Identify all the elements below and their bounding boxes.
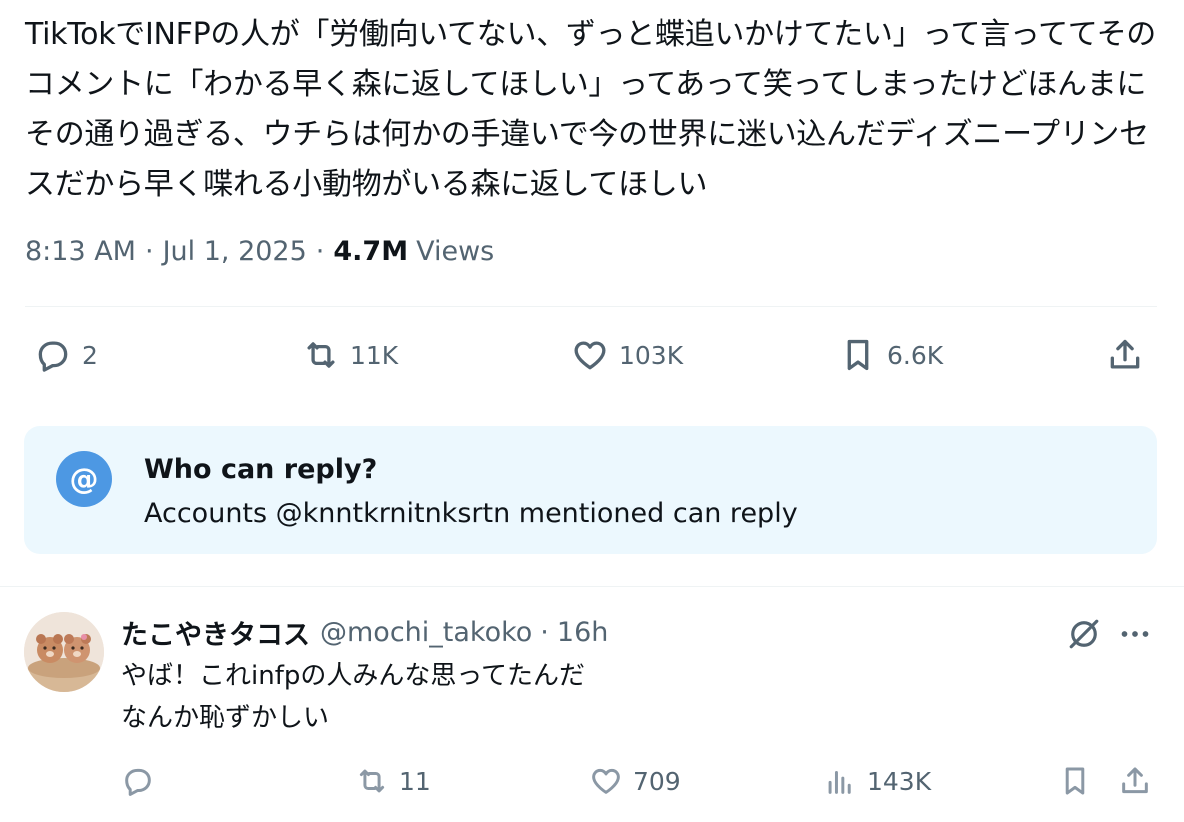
grok-button[interactable]: [1064, 614, 1104, 654]
reply-author-handle[interactable]: @mochi_takoko: [320, 617, 532, 648]
at-sign-icon: @: [56, 451, 112, 507]
meta-separator: ·: [144, 236, 154, 267]
more-button[interactable]: [1115, 614, 1155, 654]
tweet-time[interactable]: 8:13 AM: [25, 232, 136, 272]
reply-like-count: 709: [633, 766, 681, 796]
reply-bookmark-button[interactable]: [1058, 754, 1092, 808]
avatar-image: [24, 612, 104, 692]
retweet-arrows-icon: [307, 342, 335, 368]
heart-icon: [574, 341, 606, 370]
speech-bubble-icon: [38, 341, 68, 372]
reply-retweet-count: 11: [399, 766, 431, 796]
avatar[interactable]: [24, 612, 104, 692]
retweet-count: 11K: [350, 340, 399, 370]
reply-text-line: なんか恥ずかしい: [121, 703, 330, 733]
reply-text-line: やば！これinfpの人みんな思ってたんだ: [121, 661, 586, 691]
reply-button[interactable]: 2: [34, 325, 98, 385]
heart-icon: [592, 768, 620, 794]
tweet-text: TikTokでINFPの人が「労働向いてない、ずっと蝶追いかけてたい」って言って…: [25, 17, 1157, 202]
tweet-action-bar: 2 11K 103K 6.6K: [0, 325, 1184, 385]
share-upload-icon: [1122, 767, 1148, 794]
bookmark-icon: [847, 339, 869, 371]
reply-header: たこやきタコス @mochi_takoko · 16h: [121, 612, 608, 652]
reply-views-count: 143K: [867, 766, 932, 796]
tweet-date[interactable]: Jul 1, 2025: [163, 232, 307, 272]
reply-share-button[interactable]: [1118, 754, 1152, 808]
reply-retweet-button[interactable]: 11: [355, 754, 431, 808]
bar-chart-icon: [828, 771, 851, 794]
grok-slash-circle-icon: [1069, 619, 1099, 649]
retweet-button[interactable]: 11K: [302, 325, 398, 385]
who-can-reply-subtitle: Accounts @knntkrnitnksrtn mentioned can …: [144, 498, 798, 529]
bookmark-button[interactable]: 6.6K: [839, 325, 943, 385]
who-can-reply-title: Who can reply?: [144, 454, 378, 485]
reply-like-button[interactable]: 709: [589, 754, 681, 808]
divider: [0, 586, 1184, 587]
reply-time[interactable]: 16h: [557, 617, 608, 648]
retweet-arrows-icon: [359, 769, 385, 793]
tweet-meta: 8:13 AM · Jul 1, 2025 · 4.7M Views: [25, 232, 494, 272]
reply-views-button[interactable]: 143K: [823, 754, 931, 808]
like-button[interactable]: 103K: [571, 325, 683, 385]
bookmark-count: 6.6K: [887, 340, 944, 370]
views-count: 4.7M: [333, 236, 409, 267]
divider: [25, 306, 1157, 307]
reply-separator: ·: [540, 616, 549, 648]
meta-separator: ·: [315, 236, 325, 267]
share-button[interactable]: [1106, 325, 1144, 385]
bookmark-icon: [1065, 767, 1085, 795]
views-label: Views: [416, 236, 495, 267]
ellipsis-icon: [1121, 631, 1149, 637]
reply-count: 2: [82, 340, 98, 370]
reply-reply-button[interactable]: [121, 754, 155, 808]
like-count: 103K: [619, 340, 684, 370]
speech-bubble-icon: [125, 768, 151, 796]
share-upload-icon: [1110, 339, 1140, 369]
reply-text: やば！これinfpの人みんな思ってたんだ なんか恥ずかしい: [121, 655, 585, 739]
who-can-reply-box: @ Who can reply? Accounts @knntkrnitnksr…: [24, 426, 1157, 554]
reply-author-name[interactable]: たこやきタコス: [121, 613, 310, 652]
reply-action-bar: 11 709 143K: [0, 754, 1184, 808]
